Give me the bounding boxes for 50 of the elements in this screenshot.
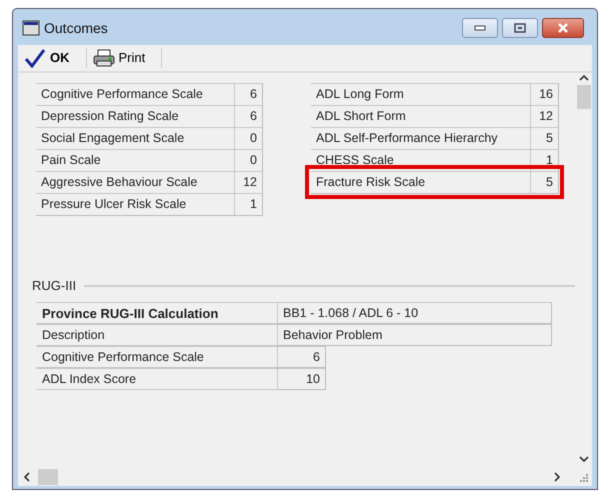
maximize-icon [514, 23, 526, 33]
rug-value: Behavior Problem [277, 324, 552, 346]
score-label: Cognitive Performance Scale [40, 86, 204, 103]
scrollbar-thumb[interactable] [38, 469, 58, 485]
score-label: Aggressive Behaviour Scale [40, 174, 198, 191]
score-label: Depression Rating Scale [40, 108, 180, 125]
rug-label: Description [36, 324, 277, 346]
minimize-button[interactable] [462, 18, 498, 38]
minimize-icon [474, 25, 486, 31]
scrollbar-thumb[interactable] [576, 85, 590, 109]
rug-value: 10 [277, 368, 326, 390]
scroll-up-icon[interactable] [578, 73, 590, 83]
window-title: Outcomes [44, 18, 108, 38]
rug-label: ADL Index Score [36, 368, 277, 390]
maximize-button[interactable] [502, 18, 538, 38]
score-label: Pain Scale [40, 152, 102, 169]
score-label: Pressure Ulcer Risk Scale [40, 196, 188, 213]
score-value: 5 [530, 128, 558, 149]
score-value: 12 [234, 172, 262, 193]
score-value: 16 [530, 84, 558, 105]
resize-grip-icon[interactable] [578, 472, 588, 482]
rug-label: Province RUG-III Calculation [36, 302, 277, 324]
score-label: ADL Short Form [315, 108, 407, 125]
score-value: 12 [530, 106, 558, 127]
rug-label: Cognitive Performance Scale [36, 346, 277, 368]
scroll-right-icon[interactable] [552, 471, 562, 483]
section-title: RUG-III [31, 277, 76, 295]
score-label: Social Engagement Scale [40, 130, 186, 147]
score-label: ADL Long Form [315, 86, 405, 103]
score-value: 1 [234, 194, 262, 215]
score-value: 0 [234, 128, 262, 149]
ok-button[interactable]: OK [46, 48, 80, 68]
printer-icon [92, 49, 114, 67]
rug-value: BB1 - 1.068 / ADL 6 - 10 [277, 302, 552, 324]
score-label: Fracture Risk Scale [315, 174, 426, 191]
score-value: 0 [234, 150, 262, 171]
score-value: 6 [234, 84, 262, 105]
print-button[interactable]: Print [114, 48, 156, 68]
checkmark-icon [24, 48, 46, 68]
scroll-left-icon[interactable] [22, 471, 32, 483]
window-icon [22, 20, 40, 36]
score-value: 1 [530, 150, 558, 171]
score-value: 6 [234, 106, 262, 127]
score-value: 5 [530, 172, 558, 193]
close-icon [557, 22, 569, 34]
close-button[interactable] [542, 18, 584, 38]
scroll-down-icon[interactable] [578, 454, 590, 464]
rug-value: 6 [277, 346, 326, 368]
score-label: CHESS Scale [315, 152, 395, 169]
score-label: ADL Self-Performance Hierarchy [315, 130, 499, 147]
